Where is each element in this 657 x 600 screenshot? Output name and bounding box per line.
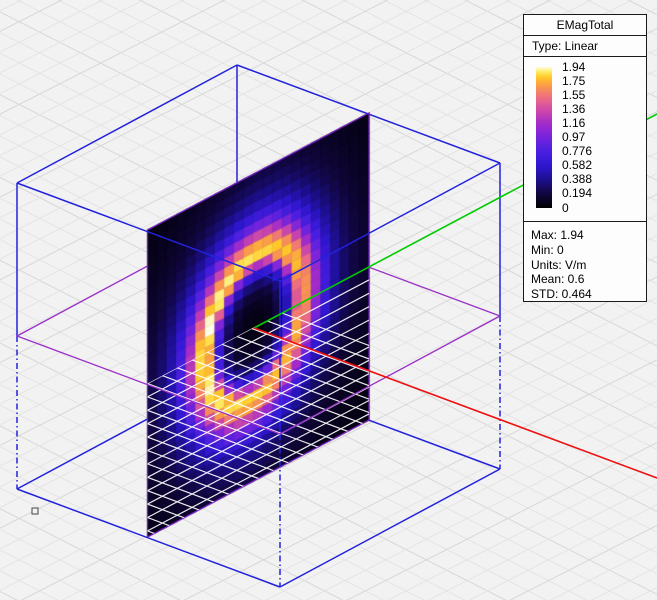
legend-title: EMagTotal	[523, 14, 647, 36]
legend-scale-value: 1.94	[562, 60, 585, 74]
legend-scale-value: 0.776	[562, 144, 592, 158]
selection-handle	[32, 508, 38, 514]
bounding-box-front-edges	[17, 163, 500, 587]
legend-scale-value: 1.16	[562, 116, 585, 130]
legend-color-scale: 1.941.751.551.361.160.970.7760.5820.3880…	[523, 56, 647, 222]
legend-scale-value: 0.388	[562, 172, 592, 186]
mid-plane-outline-front	[17, 316, 500, 434]
legend-type-label: Type: Linear	[523, 35, 647, 57]
legend-scale-value: 0	[562, 201, 569, 215]
legend-scale-value: 0.194	[562, 186, 592, 200]
legend-scale-value: 0.582	[562, 158, 592, 172]
legend-scale-value: 1.36	[562, 102, 585, 116]
legend-scale-value: 1.75	[562, 74, 585, 88]
legend-scale-value: 0.97	[562, 130, 585, 144]
legend-colorbar	[536, 66, 552, 208]
mesh-grid	[148, 263, 370, 600]
legend-scale-value: 1.55	[562, 88, 585, 102]
legend-stat-line: Mean: 0.6	[531, 272, 646, 287]
legend-stat-line: Max: 1.94	[531, 228, 646, 243]
3d-viewport[interactable]: EMagTotal Type: Linear 1.941.751.551.361…	[0, 0, 657, 600]
legend-stats: Max: 1.94Min: 0Units: V/mMean: 0.6STD: 0…	[523, 221, 647, 302]
legend-stat-line: Min: 0	[531, 243, 646, 258]
legend-stat-line: Units: V/m	[531, 258, 646, 273]
legend-panel[interactable]: EMagTotal Type: Linear 1.941.751.551.361…	[523, 14, 647, 302]
legend-stat-line: STD: 0.464	[531, 287, 646, 302]
